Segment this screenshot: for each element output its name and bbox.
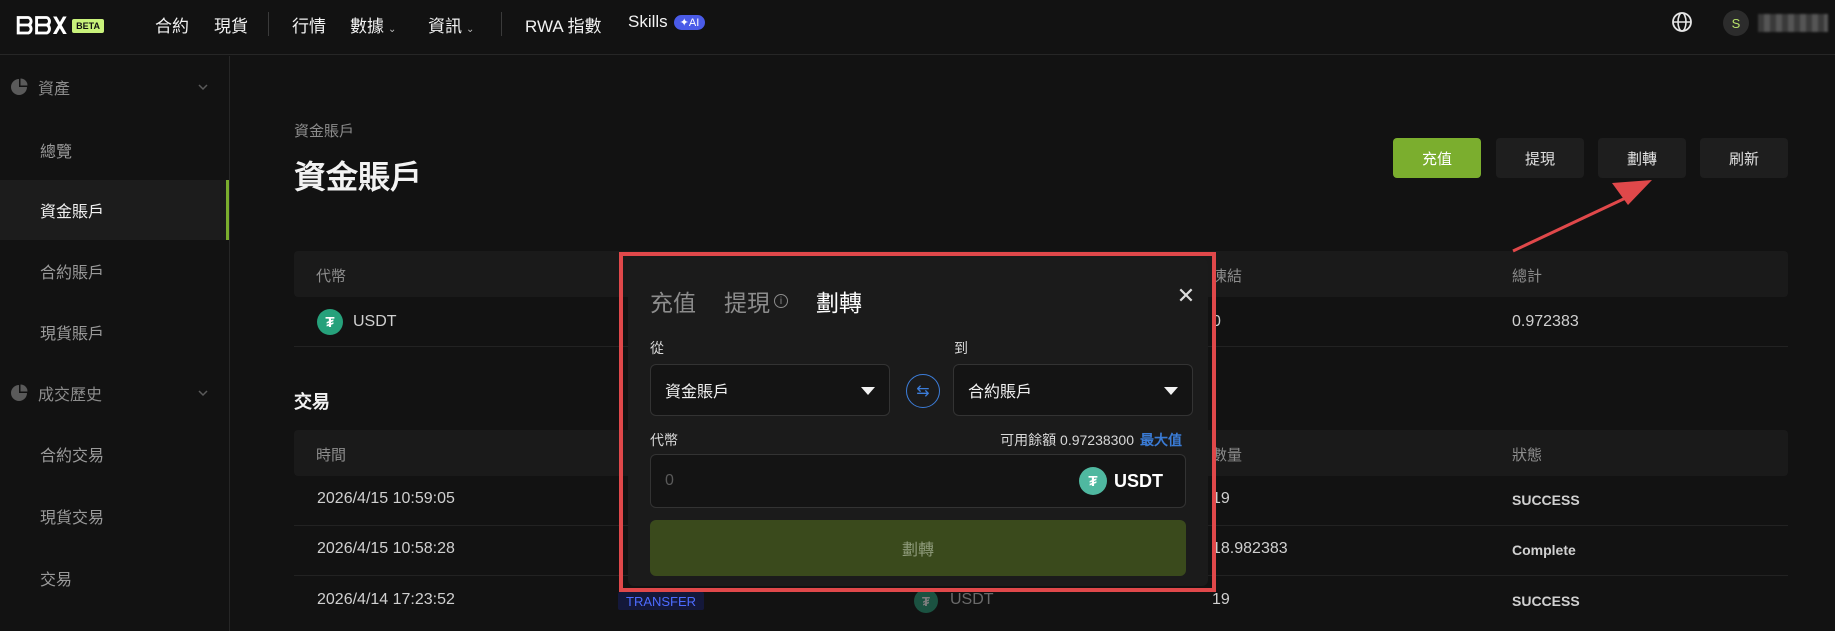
- info-icon[interactable]: i: [774, 294, 788, 308]
- section-title-transactions: 交易: [294, 392, 330, 412]
- breadcrumb: 資金賬戶: [294, 123, 355, 140]
- tx-time: 2026/4/15 10:58:28: [317, 540, 455, 557]
- top-nav: ᗷᗷX BETA 合約 現貨 行情 數據 ⌄ 資訊 ⌄ RWA 指數 Skills ✦…: [0, 0, 1835, 55]
- tx-status: SUCCESS: [1512, 492, 1580, 508]
- beta-badge: BETA: [72, 19, 104, 33]
- sidebar-item-futures-account[interactable]: 合約賬戶: [0, 241, 229, 301]
- chevron-down-icon: [198, 84, 208, 91]
- swap-icon[interactable]: ⇆: [906, 374, 940, 408]
- to-account-value: 合約賬戶: [968, 384, 1033, 401]
- sidebar-item-funding[interactable]: 資金賬戶: [0, 180, 229, 240]
- ai-badge-label: AI: [688, 17, 700, 30]
- nav-info-label: 資訊: [428, 17, 462, 36]
- balance-total: 0.972383: [1512, 313, 1579, 330]
- nav-divider: [501, 12, 502, 36]
- column-header-frozen: 凍結: [1212, 268, 1243, 285]
- nav-futures[interactable]: 合約: [155, 12, 189, 37]
- sidebar-group-label: 成交歷史: [38, 387, 103, 404]
- amount-input[interactable]: [665, 469, 965, 493]
- page-title: 資金賬戶: [294, 159, 423, 195]
- sidebar-group-assets[interactable]: 資產: [0, 62, 229, 112]
- logo[interactable]: ᗷᗷX BETA: [16, 12, 104, 40]
- sidebar: 資產 總覽 資金賬戶 合約賬戶 現貨賬戶 成交歷史 合約交易 現貨交易 交易: [0, 56, 230, 631]
- tab-transfer[interactable]: 劃轉: [816, 284, 862, 318]
- nav-data-label: 數據: [350, 17, 384, 36]
- withdraw-button[interactable]: 提現: [1496, 138, 1584, 178]
- chevron-down-icon: ⌄: [466, 24, 475, 35]
- to-account-select[interactable]: 合約賬戶: [953, 364, 1193, 416]
- tab-withdraw[interactable]: 提現 i: [724, 284, 788, 318]
- token-label: 代幣: [650, 432, 678, 448]
- from-label: 從: [650, 340, 664, 356]
- available-balance-text: 可用餘額 0.97238300: [1000, 432, 1134, 448]
- usdt-icon: ₮: [317, 309, 343, 335]
- nav-data[interactable]: 數據 ⌄: [350, 12, 396, 37]
- pie-chart-icon: [11, 384, 28, 401]
- sidebar-group-label: 資產: [38, 81, 71, 98]
- tab-deposit-label: 充值: [650, 290, 696, 316]
- submit-transfer-button[interactable]: 劃轉: [650, 520, 1186, 576]
- tx-status: Complete: [1512, 542, 1576, 558]
- tx-amount: 19: [1212, 591, 1230, 608]
- column-header-status: 狀態: [1512, 447, 1543, 464]
- caret-down-icon: [861, 387, 875, 395]
- nav-spot[interactable]: 現貨: [214, 12, 248, 37]
- sidebar-item-spot-trades[interactable]: 現貨交易: [0, 486, 229, 546]
- from-account-value: 資金賬戶: [665, 384, 730, 401]
- pie-chart-icon: [11, 78, 28, 95]
- tx-time: 2026/4/14 17:23:52: [317, 591, 455, 608]
- modal-tabs: 充值 提現 i 劃轉: [650, 284, 890, 318]
- column-header-amount: 數量: [1212, 447, 1243, 464]
- nav-skills-label: Skills: [628, 12, 668, 31]
- close-icon[interactable]: ✕: [1174, 283, 1198, 308]
- tx-type-badge: TRANSFER: [618, 592, 705, 610]
- sidebar-item-spot-account[interactable]: 現貨賬戶: [0, 302, 229, 362]
- caret-down-icon: [1164, 387, 1178, 395]
- chevron-down-icon: [198, 390, 208, 397]
- tab-transfer-label: 劃轉: [816, 290, 862, 316]
- tab-withdraw-label: 提現: [724, 290, 770, 316]
- refresh-button[interactable]: 刷新: [1700, 138, 1788, 178]
- available-balance: 可用餘額 0.97238300 最大值: [1000, 430, 1182, 450]
- ai-badge: ✦AI: [673, 15, 706, 31]
- amount-field[interactable]: ₮ USDT: [650, 454, 1186, 508]
- transfer-button[interactable]: 劃轉: [1598, 138, 1686, 178]
- balance-coin: USDT: [353, 313, 397, 330]
- column-header-token: 代幣: [316, 268, 347, 285]
- column-header-time: 時間: [316, 447, 347, 464]
- avatar[interactable]: S: [1723, 10, 1749, 36]
- chevron-down-icon: ⌄: [388, 24, 397, 35]
- sidebar-item-trades[interactable]: 交易: [0, 548, 229, 608]
- to-label: 到: [954, 340, 968, 356]
- token-symbol: USDT: [1114, 471, 1163, 491]
- sidebar-item-futures-trades[interactable]: 合約交易: [0, 424, 229, 484]
- from-account-select[interactable]: 資金賬戶: [650, 364, 890, 416]
- tx-status: SUCCESS: [1512, 593, 1580, 609]
- balance-frozen: 0: [1212, 313, 1221, 330]
- usdt-icon: ₮: [914, 589, 938, 613]
- tab-deposit[interactable]: 充值: [650, 284, 696, 318]
- nav-rwa[interactable]: RWA 指數: [525, 12, 602, 37]
- nav-market[interactable]: 行情: [292, 12, 326, 37]
- tx-time: 2026/4/15 10:59:05: [317, 490, 455, 507]
- sidebar-group-history[interactable]: 成交歷史: [0, 368, 229, 418]
- nav-skills[interactable]: Skills ✦AI: [628, 12, 706, 32]
- tx-amount: 19: [1212, 490, 1230, 507]
- deposit-button[interactable]: 充值: [1393, 138, 1481, 178]
- nav-divider: [268, 12, 269, 36]
- transfer-modal: 充值 提現 i 劃轉 ✕ 從 到 資金賬戶 ⇆ 合約賬戶 代幣 可用餘額 0.97…: [628, 258, 1208, 586]
- globe-icon[interactable]: [1671, 11, 1693, 33]
- tx-coin: USDT: [950, 591, 994, 608]
- tx-amount: 18.982383: [1212, 540, 1288, 557]
- usdt-icon: ₮: [1079, 467, 1107, 495]
- logo-mark: ᗷᗷX: [16, 12, 69, 40]
- sidebar-item-overview[interactable]: 總覽: [0, 120, 229, 180]
- nav-info[interactable]: 資訊 ⌄: [428, 12, 474, 37]
- column-header-total: 總計: [1512, 268, 1543, 285]
- max-button[interactable]: 最大值: [1140, 432, 1182, 448]
- username-redacted[interactable]: [1758, 14, 1828, 32]
